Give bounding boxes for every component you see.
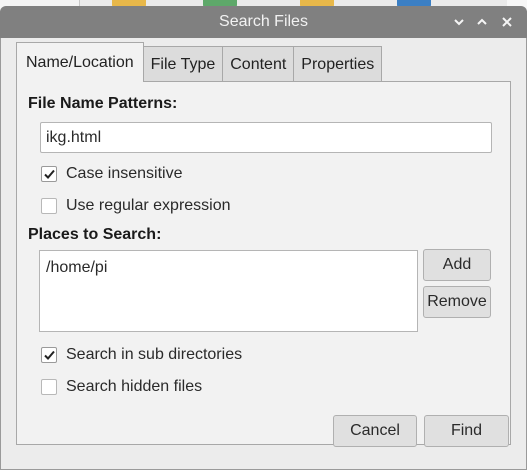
chevron-up-icon bbox=[477, 18, 487, 25]
hidden-files-checkbox[interactable] bbox=[41, 379, 57, 395]
name-location-panel: File Name Patterns: ikg.html Case insens… bbox=[16, 81, 511, 445]
find-button[interactable]: Find bbox=[424, 415, 509, 447]
cancel-button[interactable]: Cancel bbox=[333, 415, 417, 447]
list-item[interactable]: /home/pi bbox=[46, 259, 107, 277]
case-insensitive-option[interactable]: Case insensitive bbox=[41, 165, 183, 183]
case-insensitive-label: Case insensitive bbox=[66, 165, 183, 182]
chevron-down-icon bbox=[454, 19, 464, 26]
tab-properties[interactable]: Properties bbox=[294, 46, 383, 82]
case-insensitive-checkbox[interactable] bbox=[41, 166, 57, 182]
hidden-files-label: Search hidden files bbox=[66, 378, 203, 395]
maximize-button[interactable] bbox=[472, 12, 492, 32]
file-name-patterns-label: File Name Patterns: bbox=[28, 95, 178, 112]
sub-directories-label: Search in sub directories bbox=[66, 346, 243, 363]
sub-directories-option[interactable]: Search in sub directories bbox=[41, 346, 242, 364]
tab-content[interactable]: Content bbox=[223, 46, 295, 82]
places-to-search-label: Places to Search: bbox=[28, 226, 162, 243]
minimize-button[interactable] bbox=[449, 12, 469, 32]
add-place-button[interactable]: Add bbox=[423, 249, 491, 281]
hidden-files-option[interactable]: Search hidden files bbox=[41, 378, 202, 396]
sub-directories-checkbox[interactable] bbox=[41, 347, 57, 363]
search-files-dialog: Search Files Name/Location File Type Con… bbox=[0, 0, 527, 470]
window-title: Search Files bbox=[219, 13, 308, 30]
remove-place-button[interactable]: Remove bbox=[423, 286, 491, 318]
file-name-pattern-input[interactable]: ikg.html bbox=[40, 122, 492, 153]
title-bar[interactable]: Search Files bbox=[0, 6, 527, 38]
tab-bar: Name/Location File Type Content Properti… bbox=[16, 42, 383, 82]
checkmark-icon bbox=[43, 169, 55, 179]
tab-file-type[interactable]: File Type bbox=[143, 46, 224, 82]
tab-name-location[interactable]: Name/Location bbox=[16, 42, 144, 82]
checkmark-icon bbox=[43, 350, 55, 360]
use-regex-checkbox[interactable] bbox=[41, 198, 57, 214]
dialog-body: Name/Location File Type Content Properti… bbox=[0, 38, 527, 470]
close-icon bbox=[502, 17, 512, 27]
use-regex-option[interactable]: Use regular expression bbox=[41, 197, 231, 215]
places-list[interactable]: /home/pi bbox=[39, 250, 418, 332]
use-regex-label: Use regular expression bbox=[66, 197, 231, 214]
close-button[interactable] bbox=[497, 12, 517, 32]
